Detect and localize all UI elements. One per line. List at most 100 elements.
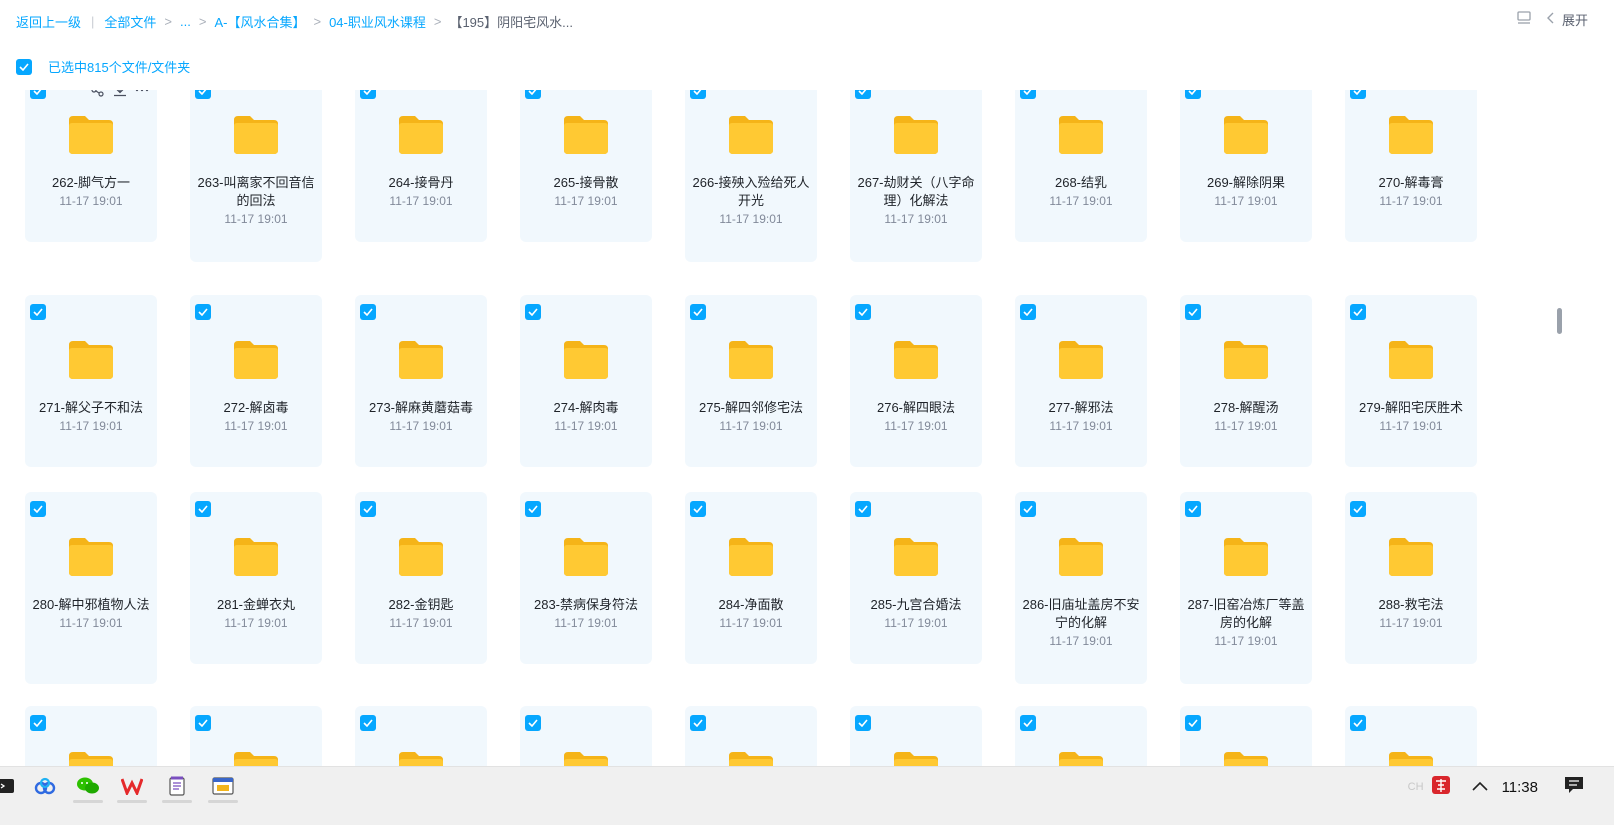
- file-card[interactable]: 276-解四眼法 11-17 19:01: [850, 295, 982, 467]
- file-card[interactable]: [190, 706, 322, 766]
- file-checkbox[interactable]: [195, 715, 211, 731]
- ellipsis-link[interactable]: ...: [180, 14, 191, 29]
- all-files-link[interactable]: 全部文件: [104, 12, 156, 31]
- file-name[interactable]: 281-金蝉衣丸: [196, 596, 316, 614]
- chevron-up-icon[interactable]: [1471, 778, 1488, 796]
- file-card[interactable]: 283-禁病保身符法 11-17 19:01: [520, 492, 652, 664]
- file-name[interactable]: 283-禁病保身符法: [526, 596, 646, 614]
- file-card[interactable]: 264-接骨丹 11-17 19:01: [355, 90, 487, 242]
- file-card[interactable]: 277-解邪法 11-17 19:01: [1015, 295, 1147, 467]
- file-card[interactable]: 275-解四邻修宅法 11-17 19:01: [685, 295, 817, 467]
- file-card[interactable]: 286-旧庙址盖房不安宁的化解 11-17 19:01: [1015, 492, 1147, 684]
- file-name[interactable]: 278-解醒汤: [1186, 399, 1306, 417]
- file-checkbox[interactable]: [30, 90, 46, 99]
- file-name[interactable]: 265-接骨散: [526, 174, 646, 192]
- list-view-icon[interactable]: [1516, 10, 1532, 29]
- wechat-icon[interactable]: [70, 769, 106, 803]
- file-name[interactable]: 279-解阳宅厌胜术: [1351, 399, 1471, 417]
- file-card[interactable]: [520, 706, 652, 766]
- file-checkbox[interactable]: [360, 715, 376, 731]
- file-checkbox[interactable]: [195, 90, 211, 99]
- file-name[interactable]: 274-解肉毒: [526, 399, 646, 417]
- file-card[interactable]: 279-解阳宅厌胜术 11-17 19:01: [1345, 295, 1477, 467]
- file-checkbox[interactable]: [1185, 501, 1201, 517]
- file-card[interactable]: 272-解卤毒 11-17 19:01: [190, 295, 322, 467]
- file-name[interactable]: 270-解毒膏: [1351, 174, 1471, 192]
- file-checkbox[interactable]: [1350, 90, 1366, 99]
- file-name[interactable]: 282-金钥匙: [361, 596, 481, 614]
- file-name[interactable]: 286-旧庙址盖房不安宁的化解: [1021, 596, 1141, 632]
- file-checkbox[interactable]: [30, 715, 46, 731]
- notification-icon[interactable]: [1564, 776, 1584, 799]
- file-checkbox[interactable]: [855, 715, 871, 731]
- ime-indicator[interactable]: CH: [1408, 781, 1424, 793]
- file-checkbox[interactable]: [195, 501, 211, 517]
- file-card[interactable]: [355, 706, 487, 766]
- file-name[interactable]: 280-解中邪植物人法: [31, 596, 151, 614]
- file-checkbox[interactable]: [360, 501, 376, 517]
- file-card[interactable]: [25, 706, 157, 766]
- file-card[interactable]: [1345, 706, 1477, 766]
- antivirus-tray-icon[interactable]: [1430, 774, 1452, 801]
- file-checkbox[interactable]: [1020, 304, 1036, 320]
- file-card[interactable]: 273-解麻黄蘑菇毒 11-17 19:01: [355, 295, 487, 467]
- file-checkbox[interactable]: [1350, 501, 1366, 517]
- file-checkbox[interactable]: [690, 501, 706, 517]
- file-card[interactable]: [1180, 706, 1312, 766]
- file-card[interactable]: 266-接殃入殓给死人开光 11-17 19:01: [685, 90, 817, 262]
- file-name[interactable]: 266-接殃入殓给死人开光: [691, 174, 811, 210]
- file-checkbox[interactable]: [360, 304, 376, 320]
- file-card[interactable]: 281-金蝉衣丸 11-17 19:01: [190, 492, 322, 664]
- download-icon[interactable]: [113, 90, 127, 102]
- wps-icon[interactable]: [114, 769, 150, 803]
- file-checkbox[interactable]: [1185, 90, 1201, 99]
- file-checkbox[interactable]: [30, 501, 46, 517]
- file-name[interactable]: 288-救宅法: [1351, 596, 1471, 614]
- file-checkbox[interactable]: [1185, 304, 1201, 320]
- file-name[interactable]: 272-解卤毒: [196, 399, 316, 417]
- file-name[interactable]: 262-脚气方一: [31, 174, 151, 192]
- file-name[interactable]: 275-解四邻修宅法: [691, 399, 811, 417]
- file-name[interactable]: 273-解麻黄蘑菇毒: [361, 399, 481, 417]
- file-name[interactable]: 287-旧窑冶炼厂等盖房的化解: [1186, 596, 1306, 632]
- baidu-netdisk-icon[interactable]: [27, 769, 63, 803]
- file-checkbox[interactable]: [525, 715, 541, 731]
- file-name[interactable]: 264-接骨丹: [361, 174, 481, 192]
- file-checkbox[interactable]: [1350, 715, 1366, 731]
- file-checkbox[interactable]: [525, 304, 541, 320]
- terminal-icon[interactable]: [0, 769, 24, 803]
- crumb-level1[interactable]: A-【风水合集】: [214, 12, 305, 31]
- share-icon[interactable]: [91, 90, 105, 102]
- expand-button[interactable]: 展开: [1546, 10, 1588, 29]
- file-checkbox[interactable]: [1020, 90, 1036, 99]
- file-card[interactable]: 282-金钥匙 11-17 19:01: [355, 492, 487, 664]
- scrollbar-thumb[interactable]: [1557, 308, 1562, 334]
- file-name[interactable]: 277-解邪法: [1021, 399, 1141, 417]
- file-card[interactable]: [685, 706, 817, 766]
- file-checkbox[interactable]: [690, 715, 706, 731]
- file-card[interactable]: 270-解毒膏 11-17 19:01: [1345, 90, 1477, 242]
- file-checkbox[interactable]: [690, 304, 706, 320]
- file-name[interactable]: 269-解除阴果: [1186, 174, 1306, 192]
- file-name[interactable]: 276-解四眼法: [856, 399, 976, 417]
- file-card[interactable]: 274-解肉毒 11-17 19:01: [520, 295, 652, 467]
- file-name[interactable]: 263-叫离家不回音信的回法: [196, 174, 316, 210]
- file-checkbox[interactable]: [855, 304, 871, 320]
- notepad-icon[interactable]: [159, 769, 195, 803]
- file-card[interactable]: 268-结乳 11-17 19:01: [1015, 90, 1147, 242]
- file-checkbox[interactable]: [30, 304, 46, 320]
- back-link[interactable]: 返回上一级: [16, 12, 81, 31]
- file-checkbox[interactable]: [525, 501, 541, 517]
- file-checkbox[interactable]: [690, 90, 706, 99]
- file-card[interactable]: 271-解父子不和法 11-17 19:01: [25, 295, 157, 467]
- file-name[interactable]: 284-净面散: [691, 596, 811, 614]
- more-icon[interactable]: [135, 90, 149, 102]
- file-checkbox[interactable]: [1185, 715, 1201, 731]
- file-checkbox[interactable]: [1020, 501, 1036, 517]
- file-checkbox[interactable]: [195, 304, 211, 320]
- file-card[interactable]: 269-解除阴果 11-17 19:01: [1180, 90, 1312, 242]
- file-checkbox[interactable]: [1350, 304, 1366, 320]
- file-checkbox[interactable]: [855, 90, 871, 99]
- file-card[interactable]: 262-脚气方一 11-17 19:01: [25, 90, 157, 242]
- file-card[interactable]: 287-旧窑冶炼厂等盖房的化解 11-17 19:01: [1180, 492, 1312, 684]
